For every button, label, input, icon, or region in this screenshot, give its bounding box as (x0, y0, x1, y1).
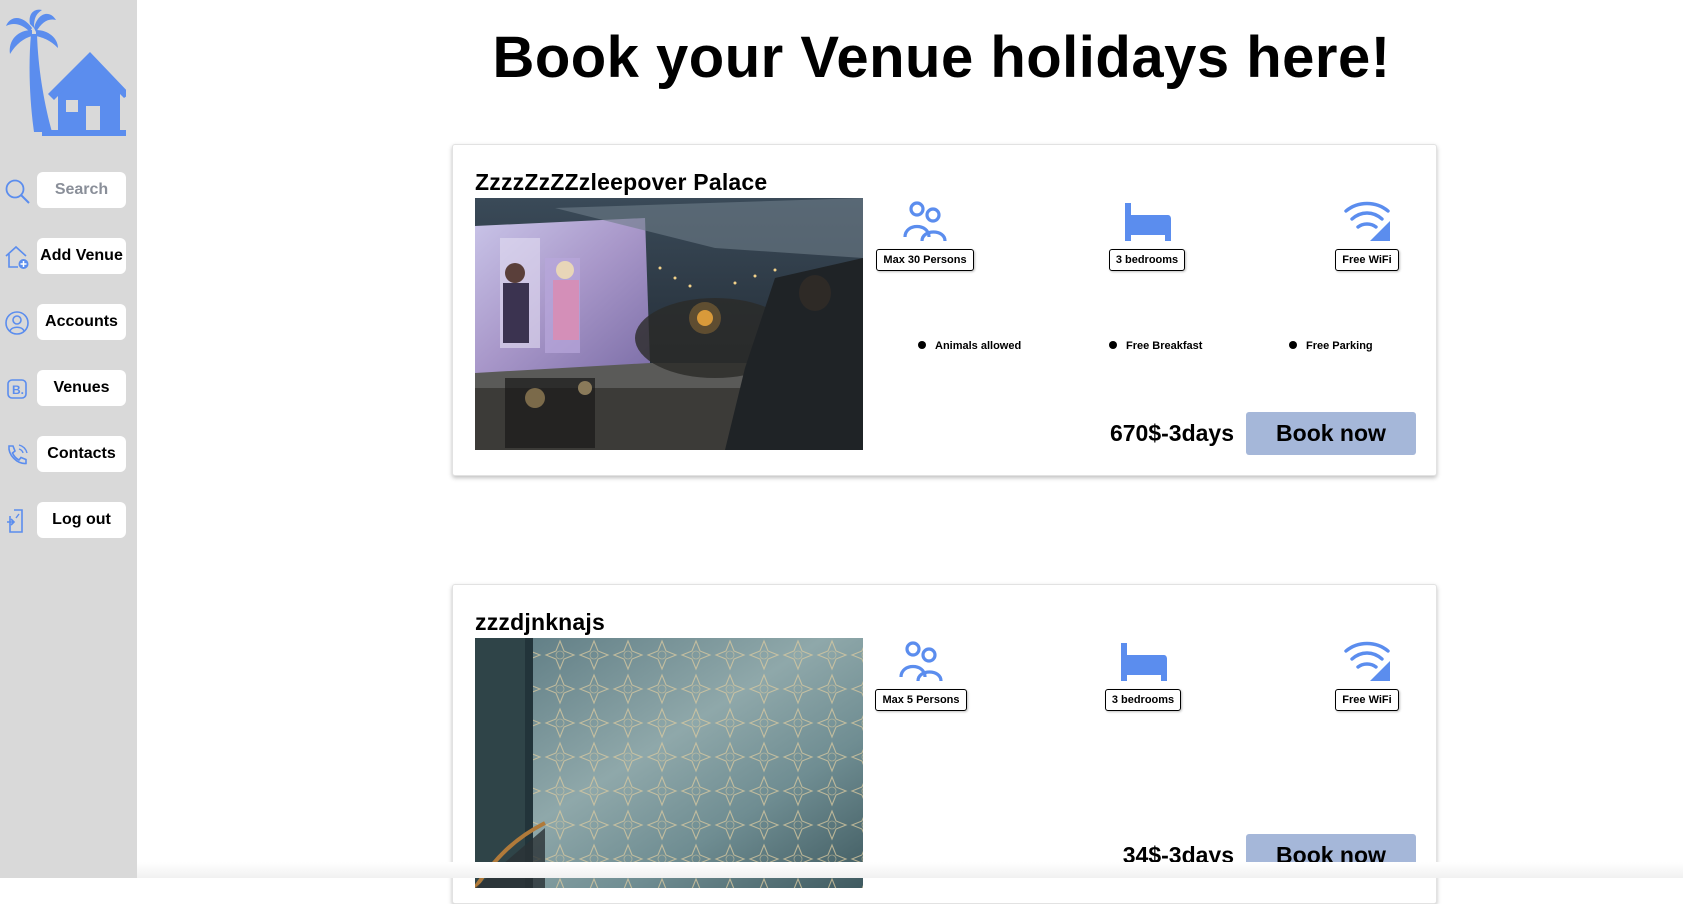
outdoor-cinema-photo (475, 198, 863, 450)
sidebar: Add Venue Accounts B. Venues Contacts Lo… (0, 0, 137, 878)
persons-icon (899, 641, 943, 682)
bedrooms-feature: 3 bedrooms (1101, 637, 1185, 711)
house-plus-icon (5, 245, 29, 269)
contacts-button[interactable]: Contacts (37, 436, 126, 472)
amenity-item: Animals allowed (918, 340, 1021, 352)
sidebar-item-venues[interactable]: B. Venues (0, 370, 137, 408)
venue-card: ZzzzZzZZzleepover Palace Max 30 Persons … (452, 144, 1437, 476)
wifi-feature: Free WiFi (1333, 197, 1401, 271)
logout-button[interactable]: Log out (37, 502, 126, 538)
capacity-feature: Max 30 Persons (874, 197, 976, 271)
bedrooms-tag: 3 bedrooms (1104, 689, 1182, 711)
sidebar-item-accounts[interactable]: Accounts (0, 304, 137, 342)
bullet-icon (1289, 341, 1297, 349)
book-now-button[interactable]: Book now (1246, 412, 1416, 455)
capacity-tag: Max 5 Persons (875, 689, 967, 711)
amenities-list: Animals allowed Free Breakfast Free Park… (453, 340, 1438, 360)
accounts-button[interactable]: Accounts (37, 304, 126, 340)
wifi-feature: Free WiFi (1333, 637, 1401, 711)
search-icon[interactable] (4, 178, 30, 204)
venue-name: ZzzzZzZZzleepover Palace (475, 169, 768, 195)
venue-image[interactable] (475, 638, 863, 888)
bullet-icon (918, 341, 926, 349)
bullet-icon (1109, 341, 1117, 349)
capacity-feature: Max 5 Persons (874, 637, 968, 711)
venue-name: zzzdjnknajs (475, 609, 606, 635)
bed-icon (1121, 643, 1167, 681)
persons-icon (903, 201, 947, 242)
search-input[interactable] (37, 172, 126, 208)
bedrooms-tag: 3 bedrooms (1108, 249, 1186, 271)
b-badge-icon: B. (7, 379, 27, 399)
bed-icon (1125, 203, 1171, 241)
patterned-wall-stairs-photo (475, 638, 863, 888)
amenity-item: Free Breakfast (1109, 340, 1202, 352)
venue-card: zzzdjnknajs Max 5 Persons 3 bedrooms Fre… (452, 584, 1437, 904)
wifi-icon (1344, 201, 1390, 241)
bedrooms-feature: 3 bedrooms (1105, 197, 1189, 271)
sidebar-item-add-venue[interactable]: Add Venue (0, 238, 137, 276)
phone-icon (8, 444, 28, 465)
sidebar-item-contacts[interactable]: Contacts (0, 436, 137, 474)
page-bottom-shadow (137, 862, 1683, 878)
capacity-tag: Max 30 Persons (876, 249, 974, 271)
wifi-icon (1344, 641, 1390, 681)
logout-icon (7, 509, 23, 533)
svg-text:B.: B. (12, 383, 24, 397)
venue-price: 670$-3days (1109, 420, 1234, 446)
user-circle-icon (5, 311, 29, 335)
add-venue-button[interactable]: Add Venue (37, 238, 126, 274)
page-title: Book your Venue holidays here! (492, 25, 1391, 90)
venues-button[interactable]: Venues (37, 370, 126, 406)
amenity-item: Free Parking (1289, 340, 1373, 352)
wifi-tag: Free WiFi (1335, 249, 1399, 271)
venue-image[interactable] (475, 198, 863, 450)
palm-house-logo[interactable] (4, 8, 126, 136)
wifi-tag: Free WiFi (1335, 689, 1399, 711)
sidebar-item-logout[interactable]: Log out (0, 502, 137, 540)
sidebar-search (0, 172, 137, 210)
